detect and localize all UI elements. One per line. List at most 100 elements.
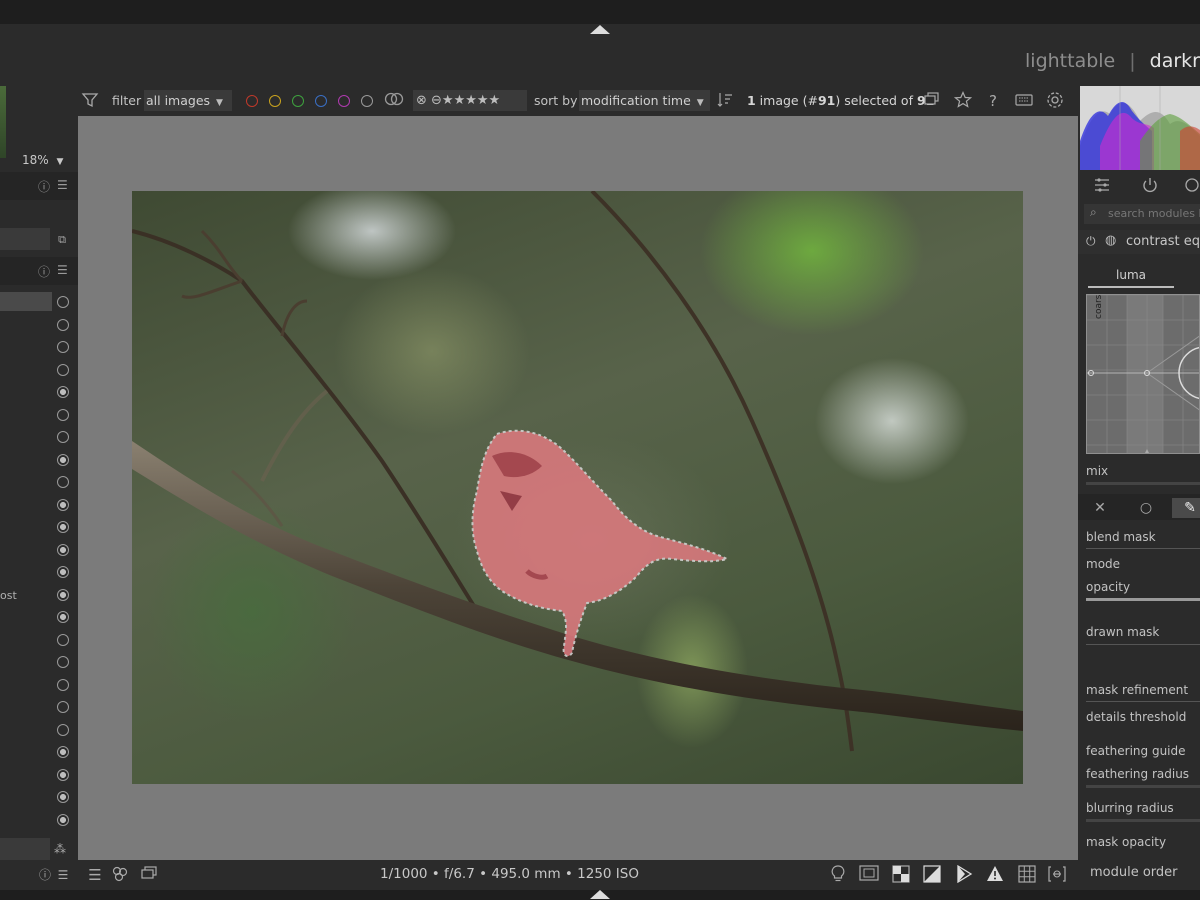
navigation-thumbnail[interactable] bbox=[0, 86, 6, 158]
overlays-icon[interactable] bbox=[1046, 865, 1068, 885]
circle-icon[interactable] bbox=[1182, 176, 1200, 196]
color-assessment-icon[interactable] bbox=[890, 865, 912, 885]
left-text-input[interactable] bbox=[0, 228, 50, 250]
lightbulb-icon[interactable] bbox=[827, 865, 849, 885]
second-window-icon[interactable] bbox=[138, 865, 160, 885]
menu-icon[interactable]: ☰ bbox=[57, 178, 68, 192]
view-darkroom[interactable]: darkr bbox=[1150, 50, 1200, 72]
mode-label[interactable]: mode bbox=[1086, 557, 1120, 571]
color-label-red-icon[interactable] bbox=[246, 95, 258, 107]
power-icon[interactable] bbox=[1140, 176, 1160, 196]
left-module-header-1[interactable]: ⓘ ☰ bbox=[0, 172, 78, 200]
history-item-toggle-icon[interactable] bbox=[57, 723, 69, 736]
history-item-toggle-icon[interactable] bbox=[57, 633, 69, 646]
keyboard-icon[interactable] bbox=[1014, 91, 1034, 111]
history-item-toggle-icon[interactable] bbox=[57, 656, 69, 668]
view-lighttable[interactable]: lighttable bbox=[1025, 50, 1115, 72]
filter-select[interactable]: all images ▼ bbox=[144, 90, 232, 111]
history-item-toggle-icon[interactable] bbox=[57, 791, 69, 803]
history-item-toggle-icon[interactable] bbox=[57, 768, 69, 781]
color-label-yellow-icon[interactable] bbox=[269, 95, 281, 107]
blend-off-icon[interactable]: ✕ bbox=[1082, 498, 1118, 518]
history-item-label: ost bbox=[0, 589, 17, 602]
history-item-toggle-icon[interactable] bbox=[57, 408, 69, 421]
bottom-border[interactable] bbox=[0, 890, 1200, 900]
history-item-toggle-icon[interactable] bbox=[57, 678, 69, 691]
grouping-icon[interactable] bbox=[922, 91, 942, 111]
filter-label: filter bbox=[112, 93, 142, 108]
opacity-slider[interactable] bbox=[1086, 598, 1200, 601]
blend-uniform-icon[interactable]: ○ bbox=[1128, 498, 1164, 518]
history-item-toggle-icon[interactable] bbox=[57, 296, 69, 308]
module-header-contrast-equalizer[interactable]: ⏻ ◍ contrast equ bbox=[1078, 230, 1200, 254]
mix-slider[interactable] bbox=[1086, 482, 1200, 485]
gear-icon[interactable] bbox=[1045, 91, 1065, 111]
histogram[interactable] bbox=[1080, 86, 1200, 170]
history-item-toggle-icon[interactable] bbox=[57, 431, 69, 443]
quick-access-icon[interactable]: ☰ bbox=[84, 865, 106, 885]
left-bottom-input[interactable] bbox=[0, 838, 50, 860]
gamut-check-icon[interactable] bbox=[984, 865, 1006, 885]
left-module-header-2[interactable]: ⓘ ☰ bbox=[0, 257, 78, 285]
feathering-guide-label[interactable]: feathering guide bbox=[1086, 744, 1186, 758]
history-item-toggle-icon[interactable] bbox=[57, 453, 69, 466]
feathering-radius-label: feathering radius bbox=[1086, 767, 1190, 781]
blurring-radius-slider[interactable] bbox=[1086, 819, 1200, 822]
rating-filter[interactable]: ⊗ ⊖★★★★★ bbox=[413, 90, 527, 111]
details-threshold-label[interactable]: details threshold bbox=[1086, 710, 1186, 724]
chevron-down-icon: ▼ bbox=[56, 157, 64, 167]
history-item-toggle-icon[interactable] bbox=[57, 476, 69, 488]
history-item-toggle-icon[interactable] bbox=[57, 318, 69, 331]
search-modules-input[interactable]: search modules b bbox=[1084, 204, 1200, 224]
history-item-toggle-icon[interactable] bbox=[57, 588, 69, 601]
tab-luma[interactable]: luma bbox=[1088, 268, 1174, 288]
zoom-select[interactable]: 18% ▼ bbox=[22, 153, 63, 167]
styles-icon[interactable]: ⁂ bbox=[50, 839, 70, 859]
color-label-green-icon[interactable] bbox=[292, 95, 304, 107]
history-item-toggle-icon[interactable] bbox=[57, 701, 69, 713]
star-overlay-icon[interactable] bbox=[953, 91, 973, 111]
sliders-icon[interactable] bbox=[1092, 176, 1112, 196]
module-power-icon[interactable]: ⏻ bbox=[1086, 234, 1096, 249]
color-label-blue-icon[interactable] bbox=[315, 95, 327, 107]
color-label-all-icon[interactable] bbox=[384, 91, 404, 111]
collapse-bottom-arrow-icon[interactable] bbox=[590, 890, 610, 899]
menu-icon[interactable]: ☰ bbox=[52, 865, 74, 885]
menu-icon[interactable]: ☰ bbox=[57, 263, 68, 277]
history-item-toggle-icon[interactable] bbox=[57, 746, 69, 758]
history-item-selected[interactable] bbox=[0, 292, 52, 311]
focus-peaking-icon[interactable] bbox=[858, 865, 880, 885]
color-label-purple-icon[interactable] bbox=[338, 95, 350, 107]
history-item-toggle-icon[interactable] bbox=[57, 566, 69, 578]
color-label-gray-icon[interactable] bbox=[361, 95, 373, 107]
compare-icon[interactable]: ⧉ bbox=[52, 230, 72, 250]
center-view[interactable] bbox=[78, 116, 1078, 860]
history-item-toggle-icon[interactable] bbox=[57, 341, 69, 353]
history-item-toggle-icon[interactable] bbox=[57, 363, 69, 376]
filter-funnel-icon[interactable] bbox=[80, 91, 100, 111]
feathering-radius-slider[interactable] bbox=[1086, 785, 1200, 788]
chevron-down-icon: ▼ bbox=[696, 98, 704, 108]
help-icon[interactable]: ? bbox=[983, 91, 1003, 111]
info-icon[interactable]: ⓘ bbox=[38, 178, 50, 195]
history-item-toggle-icon[interactable] bbox=[57, 521, 69, 533]
guides-icon[interactable] bbox=[1016, 865, 1038, 885]
photo-canvas[interactable] bbox=[132, 191, 1023, 784]
history-item-toggle-icon[interactable] bbox=[57, 813, 69, 826]
raw-overexposed-icon[interactable] bbox=[921, 865, 943, 885]
sort-select[interactable]: modification time ▼ bbox=[579, 90, 710, 111]
equalizer-graph[interactable]: coarse bbox=[1086, 294, 1200, 454]
history-item-toggle-icon[interactable] bbox=[57, 611, 69, 623]
sort-order-icon[interactable] bbox=[715, 91, 735, 111]
clipping-indicator-icon[interactable] bbox=[953, 864, 975, 885]
info-icon[interactable]: ⓘ bbox=[38, 263, 50, 280]
module-multi-instance-icon[interactable]: ◍ bbox=[1105, 233, 1116, 248]
history-item-toggle-icon[interactable] bbox=[57, 498, 69, 511]
collapse-top-arrow-icon[interactable] bbox=[590, 25, 610, 34]
styles-icon[interactable] bbox=[109, 865, 131, 885]
module-order-label[interactable]: module order bbox=[1090, 865, 1178, 880]
blend-drawn-mask-icon[interactable]: ✎ bbox=[1172, 498, 1200, 518]
top-border[interactable] bbox=[0, 0, 1200, 34]
history-item-toggle-icon[interactable] bbox=[57, 543, 69, 556]
history-item-toggle-icon[interactable] bbox=[57, 386, 69, 398]
